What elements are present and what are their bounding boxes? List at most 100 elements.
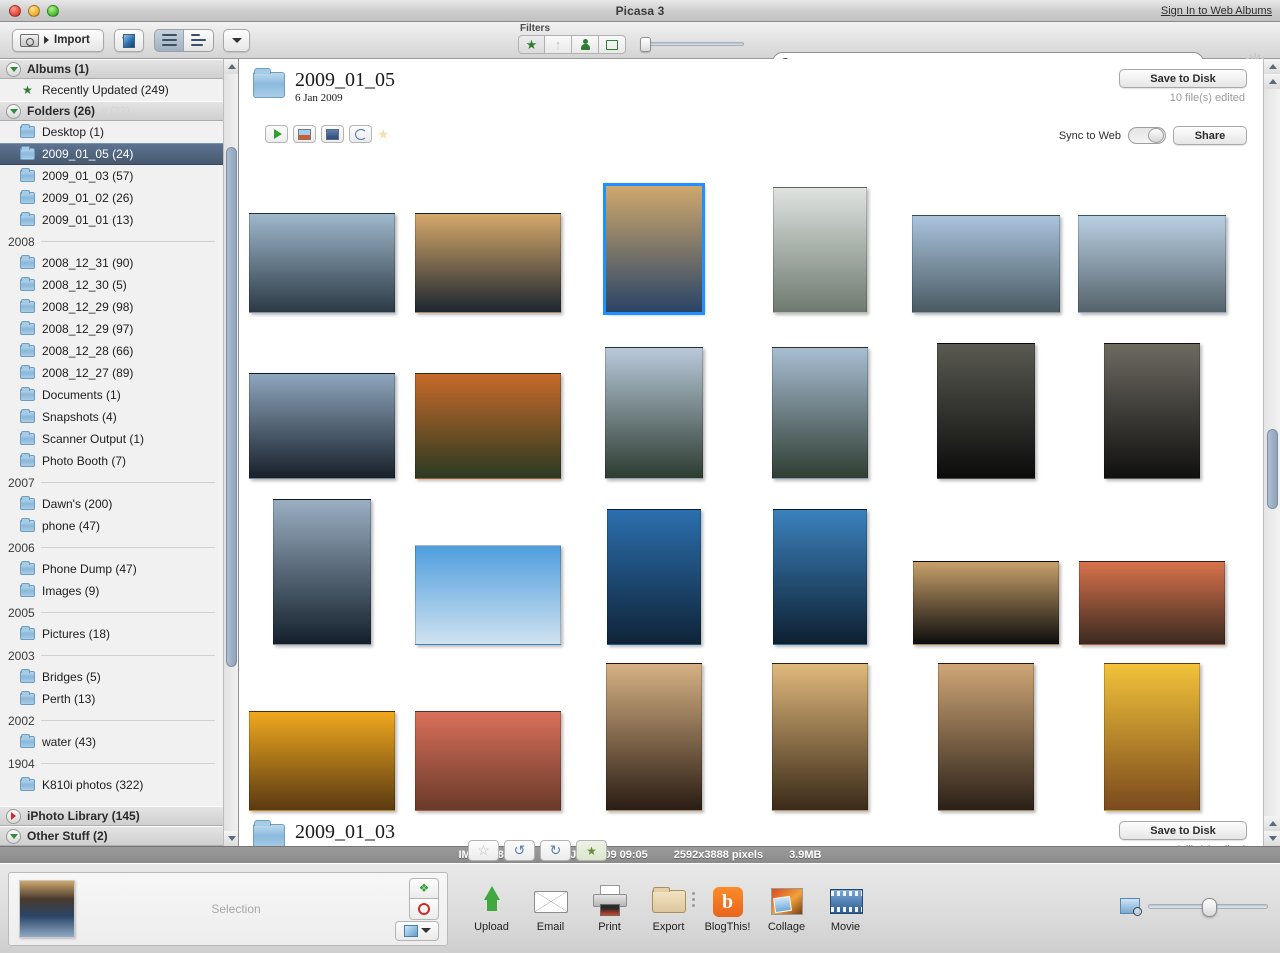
view-list-button[interactable]	[154, 29, 184, 52]
rotate-right-button[interactable]: ↻	[540, 840, 571, 861]
sidebar-folder-item[interactable]: Perth (13)	[0, 688, 223, 710]
content-scroll-up2-button[interactable]	[1264, 74, 1280, 89]
sidebar-folder-item[interactable]: Phone Dump (47)	[0, 558, 223, 580]
add-to-collage-button[interactable]	[321, 125, 344, 143]
sidebar-folder-item[interactable]: Dawn's (200)	[0, 493, 223, 515]
action-upload-button[interactable]: Upload	[462, 884, 521, 933]
date-range-slider[interactable]	[640, 37, 744, 51]
disclosure-icon[interactable]	[6, 62, 21, 77]
sidebar-folder-item[interactable]: 2008_12_29 (98)	[0, 296, 223, 318]
slideshow-button[interactable]	[265, 125, 288, 143]
hold-selection-button[interactable]: ❖	[409, 878, 439, 899]
action-export-button[interactable]: Export	[639, 884, 698, 933]
sidebar-folder-item[interactable]: Desktop (1)	[0, 121, 223, 143]
action-movie-button[interactable]: Movie	[816, 884, 875, 933]
sidebar-iphoto-header[interactable]: iPhoto Library (145)	[0, 806, 223, 826]
content-scroll-thumb[interactable]	[1267, 429, 1278, 509]
content-scrollbar[interactable]	[1263, 59, 1280, 846]
thumbnail-size-track[interactable]	[1148, 904, 1268, 909]
sync-to-web-toggle[interactable]	[1128, 127, 1166, 144]
sign-in-link[interactable]: Sign In to Web Albums	[1161, 5, 1272, 17]
thumbnail-size-control[interactable]	[1120, 898, 1268, 914]
sidebar-scrollbar[interactable]	[223, 59, 238, 846]
tag-button[interactable]: ★	[576, 840, 607, 861]
action-email-button[interactable]: Email	[521, 884, 580, 933]
photo-thumbnail[interactable]	[912, 215, 1060, 313]
sidebar-scroll-thumb[interactable]	[226, 147, 237, 667]
sidebar-folder-item[interactable]: Images (9)	[0, 580, 223, 602]
sidebar-folder-item[interactable]: ★Recently Updated (249)	[0, 79, 223, 101]
filter-movies-button[interactable]	[599, 35, 626, 54]
photo-thumbnail[interactable]	[1104, 343, 1200, 479]
filter-uploaded-button[interactable]: ↑	[545, 35, 572, 54]
sidebar-folder-item[interactable]: 2008_12_31 (90)	[0, 252, 223, 274]
save-to-disk-button[interactable]: Save to Disk	[1119, 69, 1247, 88]
photo-thumbnail[interactable]	[249, 213, 395, 313]
action-collage-button[interactable]: Collage	[757, 884, 816, 933]
clear-selection-button[interactable]	[409, 899, 439, 920]
action-blogthis-button[interactable]: bBlogThis!	[698, 884, 757, 933]
photo-thumbnail[interactable]	[606, 663, 702, 811]
content-scroll-down-button[interactable]	[1264, 831, 1280, 846]
import-button[interactable]: Import	[12, 29, 104, 52]
photo-thumbnail[interactable]	[415, 213, 561, 313]
photo-thumbnail[interactable]	[249, 373, 395, 479]
sidebar-scroll-up-button[interactable]	[224, 59, 239, 74]
photo-thumbnail[interactable]	[773, 187, 867, 313]
sidebar-folder-item[interactable]: 2009_01_01 (13)	[0, 209, 223, 231]
share-button[interactable]: Share	[1173, 126, 1247, 145]
photo-thumbnail[interactable]	[773, 509, 867, 645]
photo-thumbnail[interactable]	[938, 663, 1034, 811]
sidebar-folder-item[interactable]: 2009_01_03 (57)	[0, 165, 223, 187]
photo-thumbnail[interactable]	[415, 711, 561, 811]
view-detail-button[interactable]	[184, 29, 214, 52]
slider-knob[interactable]	[640, 37, 651, 52]
sidebar-folder-item[interactable]: Snapshots (4)	[0, 406, 223, 428]
disclosure-icon[interactable]	[6, 809, 21, 824]
sidebar-folder-item[interactable]: Pictures (18)	[0, 623, 223, 645]
sidebar-folder-item[interactable]: Scanner Output (1)	[0, 428, 223, 450]
disclosure-icon[interactable]	[6, 829, 21, 844]
photo-thumbnail[interactable]	[913, 561, 1059, 645]
star-photo-button[interactable]: ☆	[468, 840, 499, 861]
sidebar-folder-item[interactable]: water (43)	[0, 731, 223, 753]
sidebar-folder-item[interactable]: 2008_12_29 (97)	[0, 318, 223, 340]
photo-thumbnail[interactable]	[415, 373, 561, 479]
sidebar-folder-item[interactable]: Photo Booth (7)	[0, 450, 223, 472]
sidebar-other-header[interactable]: Other Stuff (2)	[0, 826, 223, 846]
sidebar-folder-item[interactable]: 2008_12_27 (89)	[0, 362, 223, 384]
action-print-button[interactable]: Print	[580, 884, 639, 933]
rotate-left-button[interactable]: ↺	[504, 840, 535, 861]
filter-starred-button[interactable]: ★	[518, 35, 545, 54]
sidebar-folders-header[interactable]: Folders (26)o (22)	[0, 101, 223, 121]
photo-thumbnail[interactable]	[1079, 561, 1225, 645]
photo-thumbnail[interactable]	[607, 509, 701, 645]
sidebar-folder-item[interactable]: phone (47)	[0, 515, 223, 537]
filter-faces-button[interactable]	[572, 35, 599, 54]
sidebar-folder-item[interactable]: Bridges (5)	[0, 666, 223, 688]
disclosure-icon[interactable]	[6, 104, 21, 119]
sidebar-folder-item[interactable]: 2009_01_05 (24)	[0, 143, 223, 165]
sidebar-folder-item[interactable]: K810i photos (322)	[0, 774, 223, 796]
save-to-disk-button[interactable]: Save to Disk	[1119, 821, 1247, 840]
thumbnail-size-knob[interactable]	[1202, 898, 1217, 917]
photo-thumbnail[interactable]	[1104, 663, 1200, 811]
add-to-selection-button[interactable]	[395, 921, 439, 941]
add-photo-button[interactable]	[114, 29, 144, 52]
photo-thumbnail[interactable]	[1078, 215, 1226, 313]
photo-thumbnail[interactable]	[249, 711, 395, 811]
sidebar-folder-item[interactable]: 2008_12_28 (66)	[0, 340, 223, 362]
photo-thumbnail[interactable]	[937, 343, 1035, 479]
sidebar-folder-item[interactable]: 2008_12_30 (5)	[0, 274, 223, 296]
sidebar-folder-item[interactable]: Documents (1)	[0, 384, 223, 406]
rotate-folder-button[interactable]	[349, 125, 372, 143]
view-options-button[interactable]	[223, 29, 250, 52]
selection-tray[interactable]: Selection ❖	[8, 872, 448, 946]
add-to-album-button[interactable]	[293, 125, 316, 143]
photo-thumbnail[interactable]	[605, 347, 703, 479]
photo-thumbnail[interactable]	[605, 185, 703, 313]
sidebar-folder-item[interactable]: 2009_01_02 (26)	[0, 187, 223, 209]
content-scroll-up3-button[interactable]	[1264, 816, 1280, 831]
content-scroll-up-button[interactable]	[1264, 59, 1280, 74]
sidebar-scroll-down-button[interactable]	[224, 831, 239, 846]
